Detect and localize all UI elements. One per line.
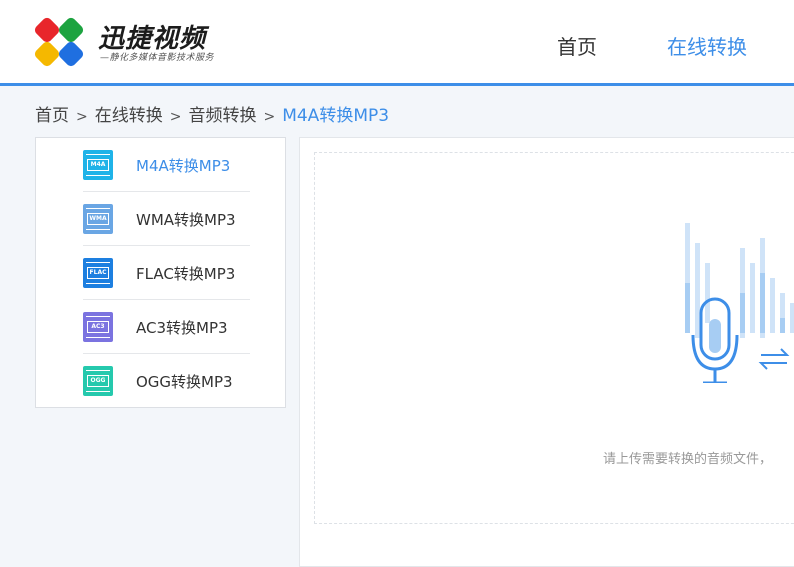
- sidebar-item-label: AC3转换MP3: [136, 319, 228, 337]
- m4a-file-icon: M4A: [83, 150, 113, 180]
- sidebar-item-wma[interactable]: WMA WMA转换MP3: [83, 192, 250, 246]
- nav-online-convert[interactable]: 在线转换: [667, 31, 747, 60]
- logo-slogan: —静化多媒体音影技术服务: [100, 53, 215, 63]
- icon-text: FLAC: [87, 267, 109, 279]
- converter-panel: 请上传需要转换的音频文件，: [299, 137, 794, 567]
- flac-file-icon: FLAC: [83, 258, 113, 288]
- sidebar-item-ac3[interactable]: AC3 AC3转换MP3: [83, 300, 250, 354]
- icon-text: M4A: [87, 159, 109, 171]
- breadcrumb-separator: >: [76, 109, 88, 125]
- sidebar-item-ogg[interactable]: OGG OGG转换MP3: [83, 354, 250, 408]
- logo-icon[interactable]: [34, 17, 84, 67]
- icon-text: WMA: [87, 213, 109, 225]
- sidebar-item-label: M4A转换MP3: [136, 157, 231, 175]
- breadcrumb-audio-convert[interactable]: 音频转换: [188, 106, 256, 126]
- sidebar-item-label: OGG转换MP3: [136, 373, 233, 391]
- breadcrumb-current: M4A转换MP3: [282, 106, 390, 126]
- microphone-audio-icon: [685, 223, 794, 383]
- sidebar-item-m4a[interactable]: M4A M4A转换MP3: [83, 138, 250, 192]
- upload-drop-zone[interactable]: 请上传需要转换的音频文件，: [314, 152, 794, 524]
- breadcrumb-online-convert[interactable]: 在线转换: [95, 106, 163, 126]
- sidebar-menu: M4A M4A转换MP3 WMA WMA转换MP3 FLAC FLAC转换MP3…: [35, 137, 286, 408]
- icon-text: AC3: [87, 321, 109, 333]
- sidebar-item-flac[interactable]: FLAC FLAC转换MP3: [83, 246, 250, 300]
- ac3-file-icon: AC3: [83, 312, 113, 342]
- sidebar-item-label: WMA转换MP3: [136, 211, 236, 229]
- breadcrumb-home[interactable]: 首页: [35, 106, 69, 126]
- icon-text: OGG: [87, 375, 109, 387]
- nav-home[interactable]: 首页: [557, 31, 597, 60]
- wma-file-icon: WMA: [83, 204, 113, 234]
- breadcrumb-separator: >: [263, 109, 276, 125]
- breadcrumb: 首页 > 在线转换 > 音频转换 > M4A转换MP3: [35, 101, 389, 126]
- ogg-file-icon: OGG: [83, 366, 113, 396]
- breadcrumb-separator: >: [169, 109, 182, 125]
- sidebar-item-label: FLAC转换MP3: [136, 265, 236, 283]
- site-header: 迅捷视频 —静化多媒体音影技术服务 首页 在线转换: [0, 0, 794, 86]
- upload-hint-text: 请上传需要转换的音频文件，: [603, 452, 773, 467]
